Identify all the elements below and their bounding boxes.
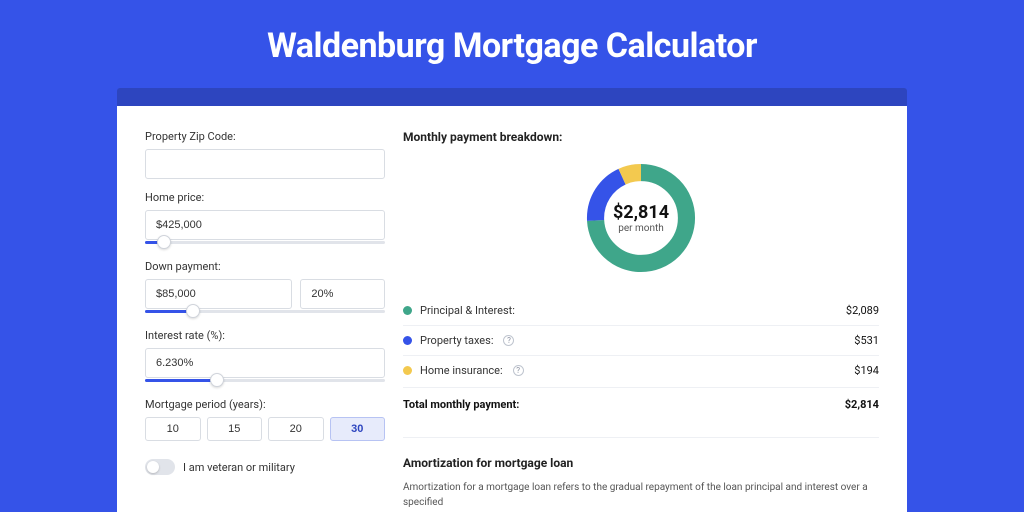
amortization-section: Amortization for mortgage loan Amortizat… bbox=[403, 437, 879, 510]
interest-rate-input[interactable] bbox=[145, 348, 385, 378]
toggle-knob bbox=[147, 461, 159, 473]
donut-sub: per month bbox=[618, 223, 664, 234]
legend-dot bbox=[403, 306, 412, 315]
legend-value: $531 bbox=[854, 334, 879, 347]
label-period: Mortgage period (years): bbox=[145, 398, 385, 411]
slider-thumb[interactable] bbox=[210, 373, 224, 387]
legend-row: Home insurance:? $194 bbox=[403, 356, 879, 385]
card-backdrop: Property Zip Code: Home price: Down paym… bbox=[117, 88, 907, 512]
field-down-payment: Down payment: bbox=[145, 260, 385, 317]
amortization-heading: Amortization for mortgage loan bbox=[403, 456, 879, 470]
total-row: Total monthly payment: $2,814 bbox=[403, 387, 879, 417]
legend-row: Principal & Interest: $2,089 bbox=[403, 296, 879, 326]
legend-label: Principal & Interest: bbox=[420, 304, 515, 317]
donut-center: $2,814 per month bbox=[581, 158, 701, 278]
zip-input[interactable] bbox=[145, 149, 385, 179]
veteran-toggle-row: I am veteran or military bbox=[145, 459, 385, 475]
donut-chart-wrap: $2,814 per month bbox=[403, 158, 879, 278]
label-home-price: Home price: bbox=[145, 191, 385, 204]
field-zip: Property Zip Code: bbox=[145, 130, 385, 179]
down-payment-input[interactable] bbox=[145, 279, 292, 309]
period-button-10[interactable]: 10 bbox=[145, 417, 201, 441]
page-title: Waldenburg Mortgage Calculator bbox=[0, 0, 1024, 88]
info-icon[interactable]: ? bbox=[513, 365, 524, 376]
donut-chart: $2,814 per month bbox=[581, 158, 701, 278]
amortization-text: Amortization for a mortgage loan refers … bbox=[403, 480, 879, 510]
field-period: Mortgage period (years): 10152030 bbox=[145, 398, 385, 441]
breakdown-heading: Monthly payment breakdown: bbox=[403, 130, 879, 144]
period-button-15[interactable]: 15 bbox=[207, 417, 263, 441]
period-button-20[interactable]: 20 bbox=[268, 417, 324, 441]
veteran-toggle[interactable] bbox=[145, 459, 175, 475]
legend-dot bbox=[403, 336, 412, 345]
interest-rate-slider[interactable] bbox=[145, 376, 385, 386]
calculator-card: Property Zip Code: Home price: Down paym… bbox=[117, 106, 907, 512]
field-interest-rate: Interest rate (%): bbox=[145, 329, 385, 386]
legend-dot bbox=[403, 366, 412, 375]
slider-thumb[interactable] bbox=[157, 235, 171, 249]
legend: Principal & Interest: $2,089 Property taxe… bbox=[403, 296, 879, 385]
down-payment-slider[interactable] bbox=[145, 307, 385, 317]
home-price-slider[interactable] bbox=[145, 238, 385, 248]
legend-value: $194 bbox=[854, 364, 879, 377]
total-label: Total monthly payment: bbox=[403, 398, 519, 411]
donut-value: $2,814 bbox=[613, 202, 669, 223]
label-interest-rate: Interest rate (%): bbox=[145, 329, 385, 342]
inputs-column: Property Zip Code: Home price: Down paym… bbox=[145, 130, 385, 510]
legend-value: $2,089 bbox=[846, 304, 879, 317]
home-price-input[interactable] bbox=[145, 210, 385, 240]
slider-thumb[interactable] bbox=[186, 304, 200, 318]
legend-label: Home insurance: bbox=[420, 364, 503, 377]
legend-label: Property taxes: bbox=[420, 334, 493, 347]
total-value: $2,814 bbox=[845, 398, 879, 411]
label-zip: Property Zip Code: bbox=[145, 130, 385, 143]
legend-row: Property taxes:? $531 bbox=[403, 326, 879, 356]
period-button-30[interactable]: 30 bbox=[330, 417, 386, 441]
breakdown-column: Monthly payment breakdown: $2,814 per mo… bbox=[403, 130, 879, 510]
down-payment-pct-input[interactable] bbox=[300, 279, 385, 309]
veteran-label: I am veteran or military bbox=[183, 461, 295, 474]
field-home-price: Home price: bbox=[145, 191, 385, 248]
label-down-payment: Down payment: bbox=[145, 260, 385, 273]
info-icon[interactable]: ? bbox=[503, 335, 514, 346]
